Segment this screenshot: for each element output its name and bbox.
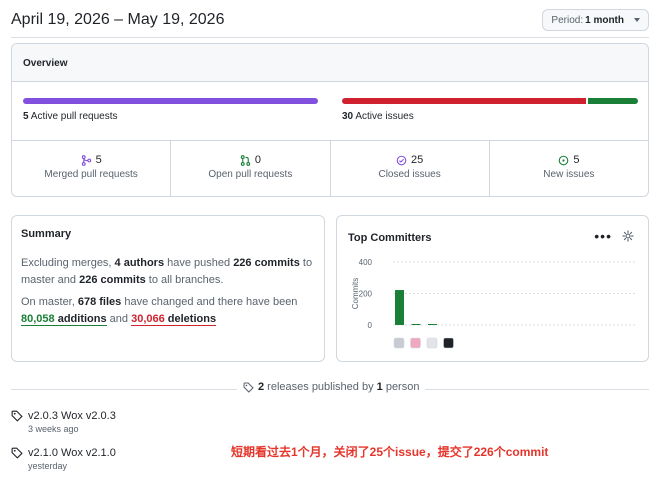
release-item: v2.0.3 Wox v2.0.3 3 weeks ago: [11, 410, 116, 434]
stat-open-prs[interactable]: 0 Open pull requests: [171, 141, 331, 196]
y-tick-label: 200: [359, 290, 373, 299]
closed-issues-count: 25: [411, 154, 424, 166]
active-issues-link[interactable]: 30 Active issues: [342, 111, 414, 122]
commit-bar: [395, 290, 404, 325]
release-name-link[interactable]: v2.0.3 Wox v2.0.3: [28, 410, 116, 422]
overview-title: Overview: [12, 44, 648, 82]
deletions-count: 30,066: [131, 313, 165, 325]
summary-text: Excluding merges,: [21, 257, 115, 269]
merged-prs-label: Merged pull requests: [44, 169, 138, 180]
deletions-link[interactable]: 30,066 deletions: [131, 313, 217, 326]
tag-icon: [243, 382, 254, 393]
committer-avatar: [410, 337, 421, 349]
tag-icon: [11, 447, 23, 459]
gear-icon[interactable]: [622, 230, 634, 242]
release-name-link[interactable]: v2.1.0 Wox v2.1.0: [28, 447, 116, 459]
additions-count: 80,058: [21, 313, 55, 325]
new-issues-label: New issues: [543, 169, 595, 180]
summary-text: to all branches.: [145, 274, 224, 286]
stat-closed-issues[interactable]: 25 Closed issues: [331, 141, 490, 196]
authors-count: 4 authors: [114, 257, 165, 269]
chevron-down-icon: [634, 18, 640, 22]
release-item: v2.1.0 Wox v2.1.0 yesterday: [11, 447, 116, 471]
y-axis-label: Commits: [351, 278, 360, 310]
active-issues-count: 30: [342, 111, 354, 122]
committers-bar-chart: 400 200 0 Commits: [351, 258, 637, 349]
summary-text: have pushed: [164, 257, 234, 269]
summary-commits-paragraph: Excluding merges, 4 authors have pushed …: [21, 255, 315, 289]
stat-merged-prs[interactable]: 5 Merged pull requests: [12, 141, 172, 196]
period-dropdown[interactable]: Period: 1 month: [542, 9, 649, 31]
annotation-text: 短期看过去1个月，关闭了25个issue，提交了226个commit: [231, 445, 549, 459]
open-prs-count: 0: [254, 154, 261, 166]
commits-all-branches: 226 commits: [79, 274, 146, 286]
commit-bar: [411, 324, 421, 325]
releases-summary: 2 releases published by 1 person: [237, 381, 426, 393]
additions-link[interactable]: 80,058 additions: [21, 313, 107, 326]
overview-bars: 5 Active pull requests 30 Active issues: [12, 82, 648, 141]
git-pull-request-icon: [240, 154, 250, 166]
y-tick-label: 0: [368, 321, 373, 330]
new-issues-bar-segment: [588, 98, 638, 104]
committer-avatar: [393, 337, 405, 349]
issue-closed-icon: [396, 155, 407, 165]
summary-title: Summary: [21, 228, 72, 240]
files-changed-count: 678 files: [77, 296, 122, 308]
active-prs-label: Active pull requests: [30, 111, 118, 122]
active-prs-count: 5: [23, 111, 29, 122]
new-issues-count: 5: [573, 154, 580, 166]
period-value: 1 month: [585, 14, 624, 26]
header-divider: [11, 37, 649, 38]
issue-opened-icon: [559, 155, 569, 165]
release-time: 3 weeks ago: [28, 424, 79, 434]
commits-count: 226 commits: [233, 257, 300, 269]
summary-text: and: [106, 313, 132, 325]
active-issues-label: Active issues: [355, 111, 414, 122]
commit-bar: [428, 324, 437, 325]
releases-end-text: person: [382, 381, 420, 393]
more-options-icon[interactable]: •••: [594, 228, 612, 244]
active-prs-bar[interactable]: [23, 98, 318, 104]
open-prs-label: Open pull requests: [208, 169, 293, 180]
active-prs-link[interactable]: 5 Active pull requests: [23, 111, 118, 122]
y-tick-label: 400: [359, 258, 373, 267]
top-committers-title: Top Committers: [348, 232, 432, 244]
release-time: yesterday: [28, 461, 68, 471]
date-range-title: April 19, 2026 – May 19, 2026: [11, 11, 225, 28]
summary-text: have changed and there have been: [121, 296, 298, 308]
top-committers-panel: Top Committers ••• 400 200 0 Commits: [336, 215, 649, 362]
active-issues-bar[interactable]: [342, 98, 638, 104]
committer-avatar: [426, 337, 438, 349]
summary-panel: Summary Excluding merges, 4 authors have…: [11, 215, 325, 362]
closed-issues-bar-segment: [342, 98, 586, 104]
git-merge-icon: [81, 154, 91, 166]
committer-avatar: [443, 337, 454, 349]
closed-issues-label: Closed issues: [378, 169, 441, 180]
period-label: Period:: [551, 14, 584, 26]
releases-mid-text: releases published by: [264, 381, 377, 393]
summary-files-paragraph: On master, 678 files have changed and th…: [21, 294, 315, 328]
deletions-word: deletions: [164, 313, 217, 325]
pulse-header: April 19, 2026 – May 19, 2026 Period: 1 …: [11, 9, 649, 33]
overview-stats: 5 Merged pull requests 0 Open pull reque…: [12, 141, 648, 196]
stat-new-issues[interactable]: 5 New issues: [490, 141, 648, 196]
merged-prs-count: 5: [95, 154, 102, 166]
overview-panel: Overview 5 Active pull requests 30 Activ…: [11, 43, 649, 197]
tag-icon: [11, 410, 23, 422]
additions-word: additions: [54, 313, 107, 325]
summary-text: On master,: [21, 296, 78, 308]
